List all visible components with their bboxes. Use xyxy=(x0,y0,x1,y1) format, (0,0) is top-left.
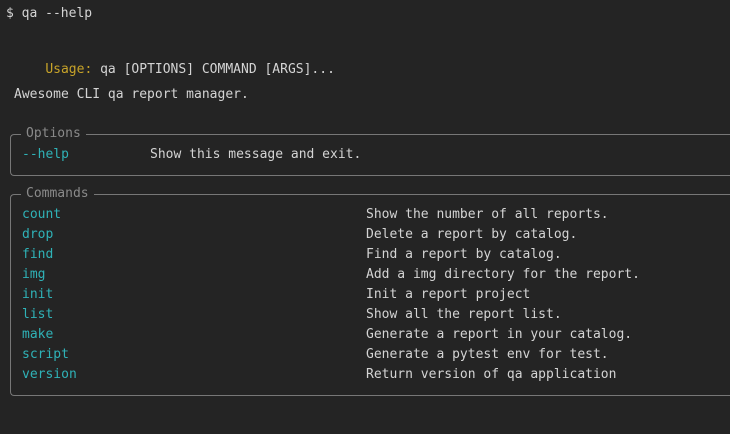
commands-title: Commands xyxy=(21,186,94,202)
option-help-desc: Show this message and exit. xyxy=(150,147,362,162)
command-name: find xyxy=(22,247,54,262)
usage-text: qa [OPTIONS] COMMAND [ARGS]... xyxy=(92,62,335,77)
command-name: make xyxy=(22,327,54,342)
command-name: init xyxy=(22,287,54,302)
usage-label: Usage: xyxy=(45,62,93,77)
command-desc: Init a report project xyxy=(366,287,531,302)
command-name: count xyxy=(22,207,62,222)
command-name: script xyxy=(22,347,69,362)
app-description: Awesome CLI qa report manager. xyxy=(14,87,249,102)
command-name: list xyxy=(22,307,54,322)
command-name: img xyxy=(22,267,46,282)
command-name: version xyxy=(22,367,77,382)
options-panel: Options --help Show this message and exi… xyxy=(10,126,730,176)
command-desc: Delete a report by catalog. xyxy=(366,227,578,242)
command-name: drop xyxy=(22,227,54,242)
command-desc: Return version of qa application xyxy=(366,367,617,382)
options-title: Options xyxy=(21,126,86,142)
prompt-line: $ qa --help xyxy=(6,6,93,21)
command-desc: Generate a report in your catalog. xyxy=(366,327,633,342)
commands-panel: Commands count Show the number of all re… xyxy=(10,186,730,396)
command-desc: Show the number of all reports. xyxy=(366,207,609,222)
command-desc: Add a img directory for the report. xyxy=(366,267,640,282)
option-help-name: --help xyxy=(22,147,69,162)
terminal-window[interactable]: $ qa --help Usage: qa [OPTIONS] COMMAND … xyxy=(0,0,730,434)
command-desc: Find a report by catalog. xyxy=(366,247,562,262)
command-desc: Show all the report list. xyxy=(366,307,562,322)
command-desc: Generate a pytest env for test. xyxy=(366,347,609,362)
